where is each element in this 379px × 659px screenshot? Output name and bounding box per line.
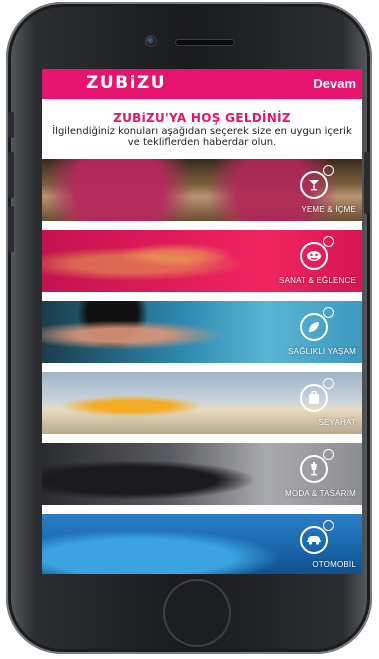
category-label: OTOMOBİL bbox=[312, 560, 356, 569]
top-bar: ZUBiZU Devam bbox=[42, 69, 362, 99]
theater-masks-icon bbox=[300, 236, 334, 270]
category-label: SANAT & EĞLENCE bbox=[279, 276, 356, 285]
suitcase-icon bbox=[300, 378, 334, 412]
front-camera bbox=[146, 36, 156, 46]
car-icon bbox=[300, 520, 334, 554]
volume-down-button bbox=[8, 206, 14, 252]
category-label: SEYAHAT bbox=[318, 418, 356, 427]
app-screen: ZUBiZU Devam ZUBiZU'YA HOŞ GELDİNİZ İlgi… bbox=[42, 69, 362, 574]
category-moda-tasarim[interactable]: MODA & TASARIM bbox=[42, 443, 362, 505]
category-otomobil[interactable]: OTOMOBİL bbox=[42, 514, 362, 574]
brand-logo: ZUBiZU bbox=[86, 73, 167, 93]
volume-up-button bbox=[8, 152, 14, 198]
category-seyahat[interactable]: SEYAHAT bbox=[42, 372, 362, 434]
welcome-title: ZUBiZU'YA HOŞ GELDİNİZ bbox=[113, 111, 291, 125]
continue-button[interactable]: Devam bbox=[313, 76, 356, 91]
earpiece-speaker bbox=[176, 40, 234, 45]
category-label: YEME & İÇME bbox=[301, 205, 356, 214]
power-button bbox=[364, 152, 370, 214]
category-yeme-icme[interactable]: YEME & İÇME bbox=[42, 159, 362, 221]
mute-switch bbox=[8, 112, 14, 138]
category-sanat-eglence[interactable]: SANAT & EĞLENCE bbox=[42, 230, 362, 292]
cocktail-icon bbox=[300, 165, 334, 199]
mannequin-icon bbox=[300, 449, 334, 483]
home-button[interactable] bbox=[163, 579, 231, 647]
leaf-icon bbox=[300, 307, 334, 341]
category-label: SAĞLIKLI YAŞAM bbox=[288, 347, 356, 356]
welcome-subtitle: İlgilendiğiniz konuları aşağıdan seçerek… bbox=[52, 126, 352, 148]
category-saglikli-yasam[interactable]: SAĞLIKLI YAŞAM bbox=[42, 301, 362, 363]
category-list: YEME & İÇME SANAT & EĞLENCE SAĞLIKLI YAŞ… bbox=[42, 159, 362, 574]
category-label: MODA & TASARIM bbox=[285, 489, 356, 498]
